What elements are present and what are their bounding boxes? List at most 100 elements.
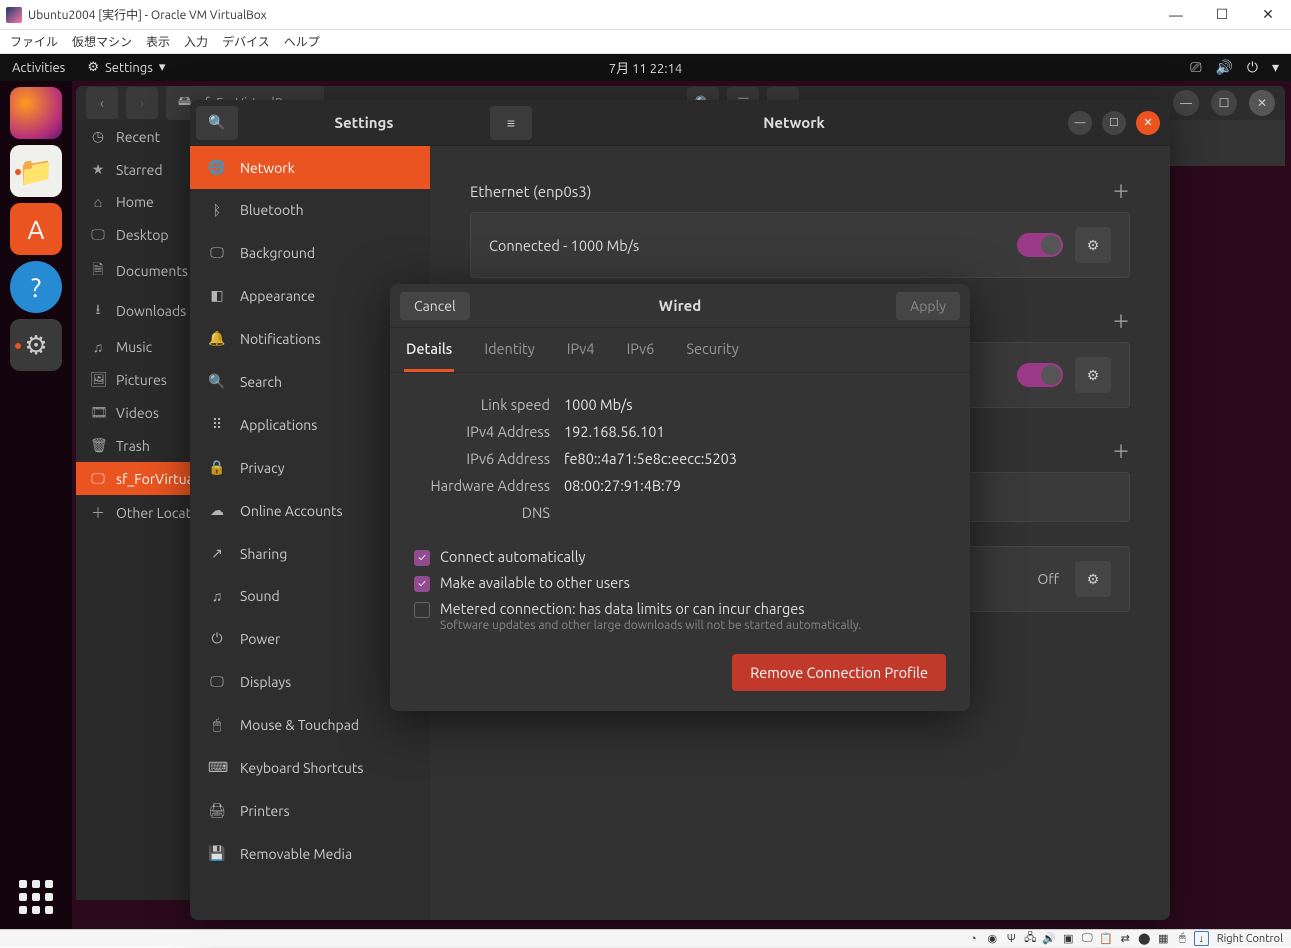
host-menu-file[interactable]: ファイル: [10, 33, 58, 50]
vbox-hostkey-label: Right Control: [1217, 933, 1283, 945]
files-minimize-button[interactable]: —: [1173, 90, 1199, 116]
vbox-record-icon[interactable]: ⬤: [1137, 931, 1152, 946]
ethernet-toggle[interactable]: [1017, 233, 1063, 257]
settings-close-button[interactable]: ✕: [1136, 111, 1160, 135]
metered-connection-checkbox[interactable]: Metered connection: has data limits or c…: [414, 600, 946, 632]
dock-help[interactable]: ?: [10, 261, 62, 313]
sound-icon: ♫: [208, 588, 226, 604]
proxy-off-label: Off: [1037, 571, 1059, 587]
host-menu-devices[interactable]: デバイス: [222, 33, 270, 50]
add-ethernet-button[interactable]: ＋: [1112, 178, 1130, 204]
tab-ipv4[interactable]: IPv4: [565, 328, 597, 372]
gear-icon: ⚙: [1087, 237, 1100, 254]
connection-toggle-2[interactable]: [1017, 363, 1063, 387]
settings-hamburger-button[interactable]: ≡: [490, 106, 532, 140]
host-close-button[interactable]: ✕: [1245, 0, 1291, 30]
vbox-shared-icon[interactable]: ▣: [1061, 931, 1076, 946]
settings-maximize-button[interactable]: ☐: [1102, 111, 1126, 135]
sidebar-item-keyboard-shortcuts[interactable]: ⌨Keyboard Shortcuts: [190, 746, 430, 789]
tab-identity[interactable]: Identity: [482, 328, 536, 372]
host-menu-machine[interactable]: 仮想マシン: [72, 33, 132, 50]
dns-label: DNS: [414, 504, 564, 521]
connection-settings-button-2[interactable]: ⚙: [1075, 357, 1111, 393]
host-menu-input[interactable]: 入力: [184, 33, 208, 50]
host-maximize-button[interactable]: ☐: [1199, 0, 1245, 30]
gnome-topbar: Activities ⚙ Settings ▾ 7月 11 22:14 ⎚ 🔊 …: [0, 54, 1291, 81]
apply-button[interactable]: Apply: [896, 292, 960, 320]
host-menubar: ファイル 仮想マシン 表示 入力 デバイス ヘルプ: [0, 30, 1291, 54]
metered-connection-label: Metered connection: has data limits or c…: [440, 600, 861, 617]
appearance-icon: ◧: [208, 287, 226, 304]
ubuntu-dock: 📁 A ? ⚙: [0, 81, 72, 929]
files-close-button[interactable]: ✕: [1249, 90, 1275, 116]
bluetooth-icon: ᛒ: [208, 202, 226, 218]
nav-back-button[interactable]: ‹: [86, 87, 118, 119]
network-indicator-icon[interactable]: ⎚: [1190, 59, 1201, 76]
vbox-display-icon[interactable]: 🖵: [1080, 931, 1095, 946]
nav-forward-button[interactable]: ›: [126, 87, 158, 119]
wired-connection-dialog: Cancel Wired Apply Details Identity IPv4…: [390, 284, 970, 711]
sidebar-item-printers[interactable]: 🖨Printers: [190, 789, 430, 832]
ethernet-status-label: Connected - 1000 Mb/s: [489, 237, 639, 254]
add-connection-button-3[interactable]: ＋: [1112, 438, 1130, 464]
host-titlebar: Ubuntu2004 [実行中] - Oracle VM VirtualBox …: [0, 0, 1291, 30]
ipv4-address-value: 192.168.56.101: [564, 423, 665, 440]
ipv6-address-value: fe80::4a71:5e8c:eecc:5203: [564, 450, 737, 467]
display-icon: 🖵: [208, 673, 226, 690]
tab-ipv6[interactable]: IPv6: [625, 328, 657, 372]
clock[interactable]: 7月 11 22:14: [609, 58, 682, 77]
chevron-down-icon: ▾: [159, 60, 166, 75]
available-other-users-label: Make available to other users: [440, 574, 630, 591]
vbox-net-icon[interactable]: 🖧: [1023, 931, 1038, 946]
connect-automatically-checkbox[interactable]: ✓ Connect automatically: [414, 548, 946, 566]
dock-firefox[interactable]: [10, 87, 62, 139]
files-maximize-button[interactable]: ☐: [1211, 90, 1237, 116]
power-icon[interactable]: ⏻: [1247, 59, 1258, 76]
dock-files[interactable]: 📁: [10, 145, 62, 197]
checkbox-icon: ✓: [414, 550, 430, 566]
vbox-cd-icon[interactable]: ◉: [985, 931, 1000, 946]
sidebar-item-network[interactable]: 🌐Network: [190, 146, 430, 189]
remove-connection-profile-button[interactable]: Remove Connection Profile: [732, 654, 946, 691]
activities-button[interactable]: Activities: [12, 61, 65, 75]
dock-settings[interactable]: ⚙: [10, 319, 62, 371]
host-menu-view[interactable]: 表示: [146, 33, 170, 50]
vbox-hostkey-icon[interactable]: ↓: [1194, 931, 1209, 946]
dock-software[interactable]: A: [10, 203, 62, 255]
cancel-button[interactable]: Cancel: [400, 292, 470, 320]
settings-panel-title: Network: [538, 114, 1050, 131]
vbox-hdd-icon[interactable]: ◔: [966, 931, 981, 946]
cloud-icon: ☁: [208, 502, 226, 519]
vbox-audio-icon[interactable]: 🔊: [1042, 931, 1057, 946]
tab-details[interactable]: Details: [404, 328, 454, 372]
virtualbox-statusbar: ◔ ◉ Ψ 🖧 🔊 ▣ 🖵 📋 ⇄ ⬤ ▦ 🖱 ↓ Right Control: [0, 929, 1291, 947]
volume-icon[interactable]: 🔊: [1215, 59, 1232, 76]
vbox-usb-icon[interactable]: Ψ: [1004, 931, 1019, 946]
sidebar-item-bluetooth[interactable]: ᛒBluetooth: [190, 189, 430, 231]
app-menu[interactable]: ⚙ Settings ▾: [87, 60, 165, 75]
chevron-down-icon[interactable]: ▾: [1272, 59, 1279, 76]
host-menu-help[interactable]: ヘルプ: [284, 33, 320, 50]
tab-security[interactable]: Security: [684, 328, 740, 372]
add-connection-button-2[interactable]: ＋: [1112, 308, 1130, 334]
vbox-drag-icon[interactable]: ⇄: [1118, 931, 1133, 946]
link-speed-label: Link speed: [414, 396, 564, 413]
vbox-cpu-icon[interactable]: ▦: [1156, 931, 1171, 946]
connect-automatically-label: Connect automatically: [440, 548, 585, 565]
available-other-users-checkbox[interactable]: ✓ Make available to other users: [414, 574, 946, 592]
lock-icon: 🔒: [208, 459, 226, 476]
vbox-mouse-icon[interactable]: 🖱: [1175, 931, 1190, 946]
settings-search-button[interactable]: 🔍: [196, 106, 238, 140]
settings-minimize-button[interactable]: —: [1068, 111, 1092, 135]
printer-icon: 🖨: [208, 802, 226, 819]
share-icon: ↗: [208, 545, 226, 562]
host-minimize-button[interactable]: —: [1153, 0, 1199, 30]
ethernet-settings-button[interactable]: ⚙: [1075, 227, 1111, 263]
sidebar-item-background[interactable]: 🖵Background: [190, 231, 430, 274]
vbox-clipboard-icon[interactable]: 📋: [1099, 931, 1114, 946]
dock-show-applications[interactable]: [16, 877, 56, 917]
metered-connection-hint: Software updates and other large downloa…: [440, 619, 861, 632]
checkbox-icon: [414, 602, 430, 618]
sidebar-item-removable-media[interactable]: 💾Removable Media: [190, 832, 430, 875]
proxy-settings-button[interactable]: ⚙: [1075, 561, 1111, 597]
